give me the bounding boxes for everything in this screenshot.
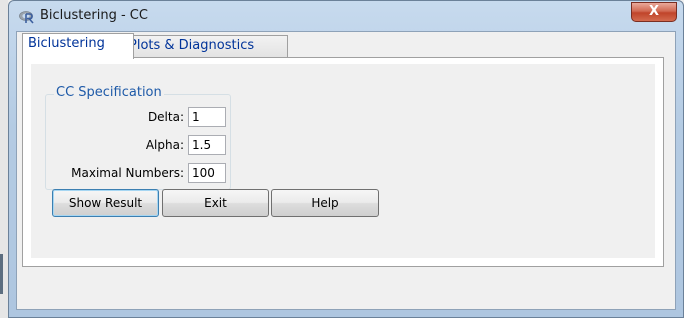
r-logo-icon xyxy=(19,11,34,24)
delta-label: Delta: xyxy=(147,110,184,124)
alpha-row: Alpha: 1.5 xyxy=(46,135,230,157)
tab-panel-biclustering: CC Specification Delta: 1 Alpha: 1.5 Max… xyxy=(22,57,664,267)
maximal-numbers-input[interactable]: 100 xyxy=(188,163,226,183)
group-legend: CC Specification xyxy=(54,85,164,100)
background-window-edge xyxy=(0,254,3,294)
delta-row: Delta: 1 xyxy=(46,107,230,129)
close-icon: X xyxy=(648,4,660,19)
maximal-numbers-row: Maximal Numbers: 100 xyxy=(46,163,230,185)
tab-plots-diagnostics[interactable]: Plots & Diagnostics xyxy=(123,35,288,57)
delta-input[interactable]: 1 xyxy=(188,107,226,127)
close-button[interactable]: X xyxy=(631,2,677,22)
tab-biclustering[interactable]: Biclustering xyxy=(22,33,134,59)
alpha-label: Alpha: xyxy=(145,138,184,152)
title-bar[interactable]: Biclustering - CC X xyxy=(9,1,683,31)
dialog-window: Biclustering - CC X Biclustering Plots &… xyxy=(8,0,684,318)
background-desktop-strip xyxy=(0,0,8,318)
tab-label: Plots & Diagnostics xyxy=(129,38,255,53)
alpha-input[interactable]: 1.5 xyxy=(188,135,226,155)
window-title: Biclustering - CC xyxy=(40,8,148,23)
help-button[interactable]: Help xyxy=(271,189,379,217)
panel-content: CC Specification Delta: 1 Alpha: 1.5 Max… xyxy=(31,64,655,258)
exit-button[interactable]: Exit xyxy=(162,189,269,217)
cc-specification-group: CC Specification Delta: 1 Alpha: 1.5 Max… xyxy=(45,85,231,190)
show-result-button[interactable]: Show Result xyxy=(52,189,159,217)
maximal-numbers-label: Maximal Numbers: xyxy=(71,166,184,180)
tab-label: Biclustering xyxy=(28,36,105,51)
